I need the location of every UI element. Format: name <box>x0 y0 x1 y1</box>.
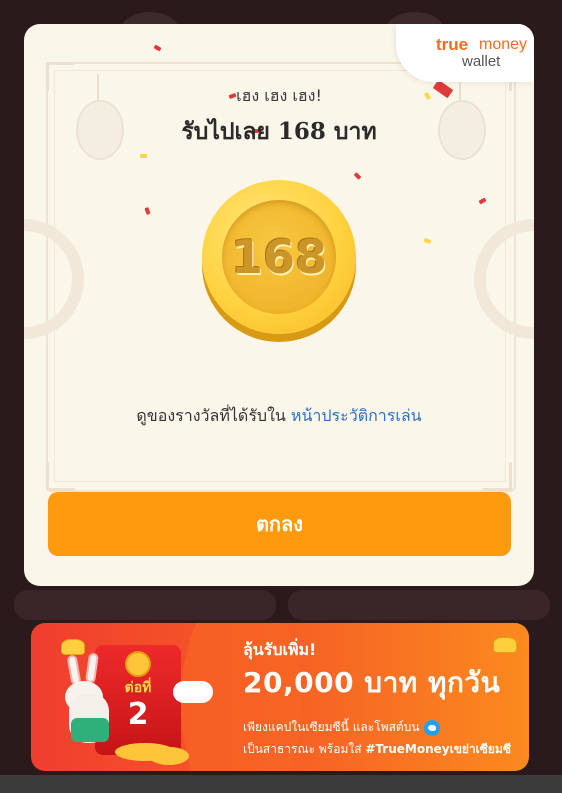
envelope-coin-icon <box>125 651 151 677</box>
history-text: ดูของรางวัลที่ได้รับใน <box>136 406 286 425</box>
promo-banner[interactable]: ต่อที่ 2 ลุ้นรับเพิ่ม! 20,000 บาท ทุกวัน… <box>31 623 529 771</box>
banner-headline: ลุ้นรับเพิ่ม! <box>243 640 317 659</box>
background-card <box>288 590 550 620</box>
banner-instruction-text: เพียงแคปในเซียมซีนี้ และโพสต์บน <box>243 720 420 734</box>
gold-ingot-icon <box>61 639 85 655</box>
brand-wallet-text: wallet <box>462 53 501 70</box>
confetti <box>153 44 162 52</box>
frame-corner <box>483 462 512 491</box>
twitter-icon <box>423 719 440 736</box>
brand-true-text: true <box>436 35 469 54</box>
history-hint: ดูของรางวัลที่ได้รับใน หน้าประวัติการเล่… <box>24 404 534 429</box>
history-link[interactable]: หน้าประวัติการเล่น <box>291 406 422 425</box>
banner-hashtag: #TrueMoneyเขย่าเซียมซี <box>365 742 511 756</box>
banner-amount: 20,000 บาท ทุกวัน <box>243 666 501 699</box>
confetti <box>140 154 147 158</box>
gold-pile-icon <box>149 747 189 765</box>
banner-instruction: เพียงแคปในเซียมซีนี้ และโพสต์บน <box>243 718 440 737</box>
coin-value: 168 <box>230 230 328 284</box>
banner-public-text: เป็นสาธารณะ พร้อมใส่ <box>243 742 362 756</box>
background-card <box>14 590 276 620</box>
reward-modal: true money wallet เฮง เฮง เฮง! รับไปเลย … <box>24 24 534 586</box>
coin-icon: 168 <box>202 180 356 334</box>
frame-corner <box>46 462 75 491</box>
greeting-text: เฮง เฮง เฮง! <box>236 86 322 105</box>
truemoney-logo: true money wallet <box>396 24 534 82</box>
cloud-icon <box>173 681 213 703</box>
reward-title: รับไปเลย 168 บาท <box>181 118 377 145</box>
banner-hashtag-line: เป็นสาธารณะ พร้อมใส่ #TrueMoneyเขย่าเซีย… <box>243 740 511 759</box>
ok-button[interactable]: ตกลง <box>48 492 511 556</box>
envelope-label: ต่อที่ <box>124 680 152 696</box>
gold-ingot-icon <box>493 637 517 653</box>
bottom-bar <box>0 775 562 793</box>
rabbit-shirt <box>71 718 109 742</box>
brand-money-text: money <box>479 36 528 53</box>
